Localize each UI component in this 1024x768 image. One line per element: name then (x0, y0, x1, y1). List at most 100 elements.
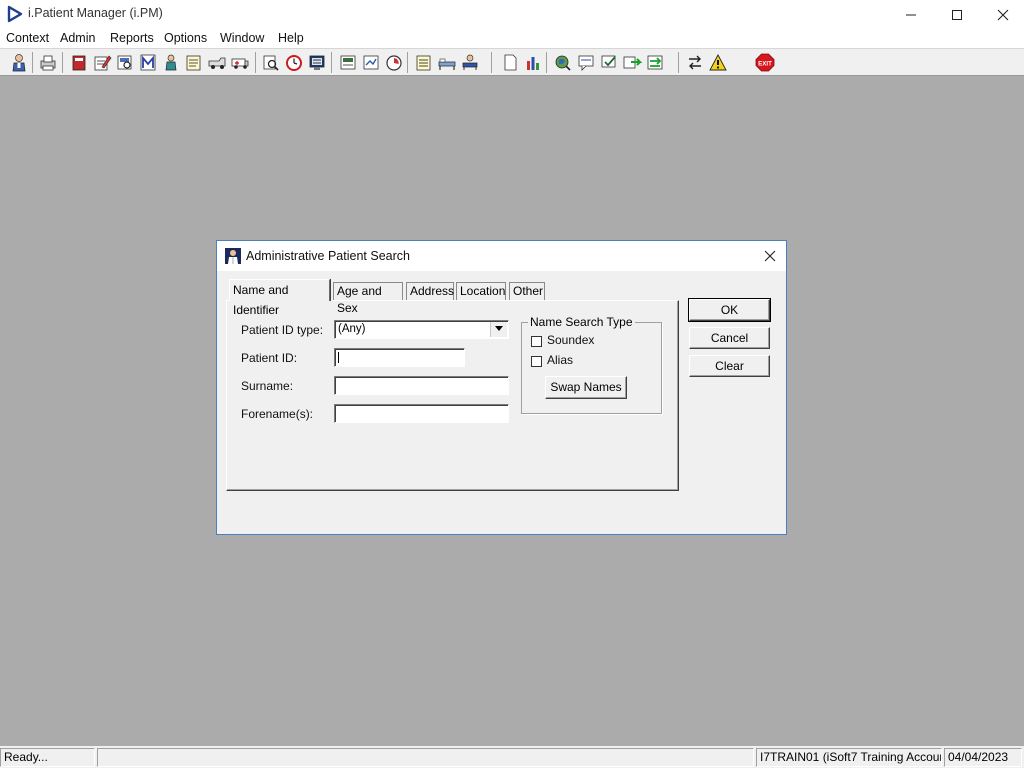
toolbar-find-button[interactable] (261, 53, 281, 72)
toolbar-correspondence-button[interactable] (414, 53, 434, 72)
app-logo-icon (7, 5, 23, 23)
toolbar-separator (331, 52, 332, 73)
tab-age-and-sex[interactable]: Age and Sex (333, 282, 403, 315)
close-icon (997, 9, 1009, 21)
tab-name-and-identifier[interactable]: Name and Identifier (229, 279, 330, 317)
patient-id-type-label: Patient ID type: (241, 323, 324, 337)
maximize-icon (952, 10, 962, 21)
bar-chart-icon (527, 57, 539, 70)
toolbar-book-button[interactable] (69, 53, 89, 72)
menu-window[interactable]: Window (220, 31, 264, 45)
status-message: Ready... (0, 748, 95, 767)
app-title: i.Patient Manager (i.PM) (28, 6, 163, 20)
close-button[interactable] (980, 0, 1024, 28)
exit-label: EXIT (758, 60, 772, 67)
close-icon (764, 250, 776, 262)
toolbar-clinician-button[interactable] (161, 53, 181, 72)
menu-options[interactable]: Options (164, 31, 207, 45)
swap-names-button[interactable]: Swap Names (545, 376, 627, 399)
toolbar-clock-button[interactable] (284, 53, 304, 72)
toolbar-waiting-list-button[interactable] (338, 53, 358, 72)
correspondence-icon (416, 55, 431, 71)
tab-address[interactable]: Address (406, 282, 454, 301)
menu-admin[interactable]: Admin (60, 31, 95, 45)
notes-icon (186, 55, 201, 71)
toolbar-monitor-button[interactable] (307, 53, 327, 72)
surname-input[interactable] (334, 376, 509, 395)
toolbar-edit-record-button[interactable] (92, 53, 112, 72)
toolbar-transfer-button[interactable] (645, 53, 665, 72)
green-arrow-icon (623, 56, 643, 69)
checkmark-document-icon (601, 55, 616, 68)
search-document-icon (117, 55, 132, 70)
chevron-down-icon (495, 326, 503, 332)
message-icon (578, 55, 594, 71)
menubar: Context Admin Reports Options Window Hel… (0, 28, 1024, 48)
toolbar-separator (546, 52, 547, 73)
toolbar-message-button[interactable] (576, 53, 596, 72)
toolbar-patient-button[interactable] (9, 53, 29, 72)
toolbar-exit-button[interactable]: EXIT (755, 53, 775, 72)
globe-search-icon (555, 55, 571, 71)
toolbar-timer-button[interactable] (384, 53, 404, 72)
edit-record-icon (94, 55, 112, 71)
ok-button[interactable]: OK (688, 298, 771, 322)
toolbar-separator (407, 52, 408, 73)
cancel-button[interactable]: Cancel (689, 327, 770, 349)
toolbar-globe-button[interactable] (553, 53, 573, 72)
toolbar-chart-button[interactable] (523, 53, 543, 72)
green-transfer-icon (647, 55, 663, 70)
toolbar-referral-button[interactable] (361, 53, 381, 72)
toolbar-document-button[interactable] (500, 53, 520, 72)
clinician-icon (165, 54, 177, 71)
toolbar-green-arrow-button[interactable] (622, 53, 643, 72)
tab-other[interactable]: Other (509, 282, 545, 301)
red-book-icon (72, 55, 86, 71)
patient-id-type-select[interactable]: (Any) (334, 320, 509, 339)
tab-location[interactable]: Location (456, 282, 506, 301)
waiting-list-icon (340, 55, 356, 70)
soundex-checkbox[interactable] (531, 336, 542, 347)
forenames-label: Forename(s): (241, 407, 314, 421)
soundex-label: Soundex (547, 333, 595, 347)
alarm-clock-icon (286, 55, 302, 71)
toolbar-admission-button[interactable] (460, 53, 480, 72)
toolbar-warning-button[interactable] (708, 53, 728, 72)
patient-search-dialog: Administrative Patient Search Name and I… (216, 240, 787, 535)
menu-context[interactable]: Context (6, 31, 49, 45)
toolbar-ambulance-button[interactable] (230, 53, 250, 72)
toolbar-separator (255, 52, 256, 73)
toolbar-notes-button[interactable] (184, 53, 204, 72)
doctor-icon (225, 248, 241, 264)
toolbar-swap-button[interactable] (685, 53, 705, 72)
toolbar-m-button[interactable] (138, 53, 158, 72)
stopwatch-icon (386, 55, 402, 71)
printer-icon (40, 55, 56, 71)
menu-help[interactable]: Help (278, 31, 304, 45)
exit-stop-sign-icon: EXIT (755, 53, 775, 72)
transport-icon (208, 57, 226, 69)
toolbar-separator (678, 52, 679, 73)
minimize-button[interactable] (888, 0, 934, 28)
dialog-titlebar: Administrative Patient Search (217, 241, 786, 271)
clear-button[interactable]: Clear (689, 355, 770, 377)
toolbar-search-document-button[interactable] (115, 53, 135, 72)
monitor-icon (309, 55, 325, 70)
toolbar-transport-button[interactable] (207, 53, 227, 72)
alias-checkbox[interactable] (531, 356, 542, 367)
alias-label: Alias (547, 353, 574, 367)
swap-arrows-icon (689, 55, 701, 70)
toolbar-separator (62, 52, 63, 73)
menu-reports[interactable]: Reports (110, 31, 154, 45)
text-cursor (338, 352, 339, 363)
toolbar-bed-button[interactable] (437, 53, 457, 72)
dialog-close-button[interactable] (758, 244, 782, 268)
maximize-button[interactable] (934, 0, 980, 28)
name-search-type-group: Name Search Type Soundex Alias Swap Name… (521, 315, 662, 414)
find-record-icon (263, 55, 279, 71)
patient-id-input[interactable] (334, 348, 465, 367)
forenames-input[interactable] (334, 404, 509, 423)
toolbar-print-button[interactable] (38, 53, 58, 72)
toolbar-check-button[interactable] (599, 53, 619, 72)
dropdown-arrow-button[interactable] (490, 322, 507, 337)
